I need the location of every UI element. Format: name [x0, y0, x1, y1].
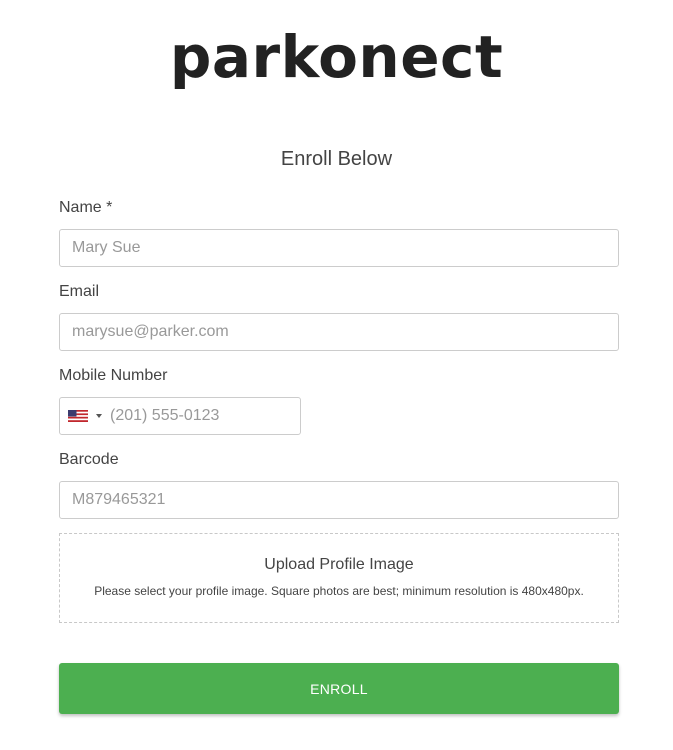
form-title: Enroll Below — [280, 148, 393, 170]
parkonect-logo: parkonect — [169, 23, 504, 91]
mobile-number-label: Mobile Number — [59, 367, 168, 384]
upload-hint: Please select your profile image. Square… — [94, 584, 584, 598]
email-input[interactable] — [59, 313, 619, 351]
upload-title: Upload Profile Image — [264, 556, 414, 573]
name-input[interactable] — [59, 229, 619, 267]
name-label: Name * — [59, 199, 113, 216]
mobile-number-input[interactable] — [110, 398, 295, 434]
email-label: Email — [59, 283, 100, 300]
country-code-dropdown[interactable] — [68, 398, 108, 434]
chevron-down-icon — [96, 414, 102, 418]
enroll-button[interactable]: ENROLL — [59, 663, 619, 714]
us-flag-icon — [68, 410, 88, 422]
mobile-number-field — [59, 397, 301, 435]
profile-image-upload-zone[interactable]: Upload Profile Image Please select your … — [59, 533, 619, 623]
barcode-label: Barcode — [59, 451, 119, 468]
barcode-input[interactable] — [59, 481, 619, 519]
